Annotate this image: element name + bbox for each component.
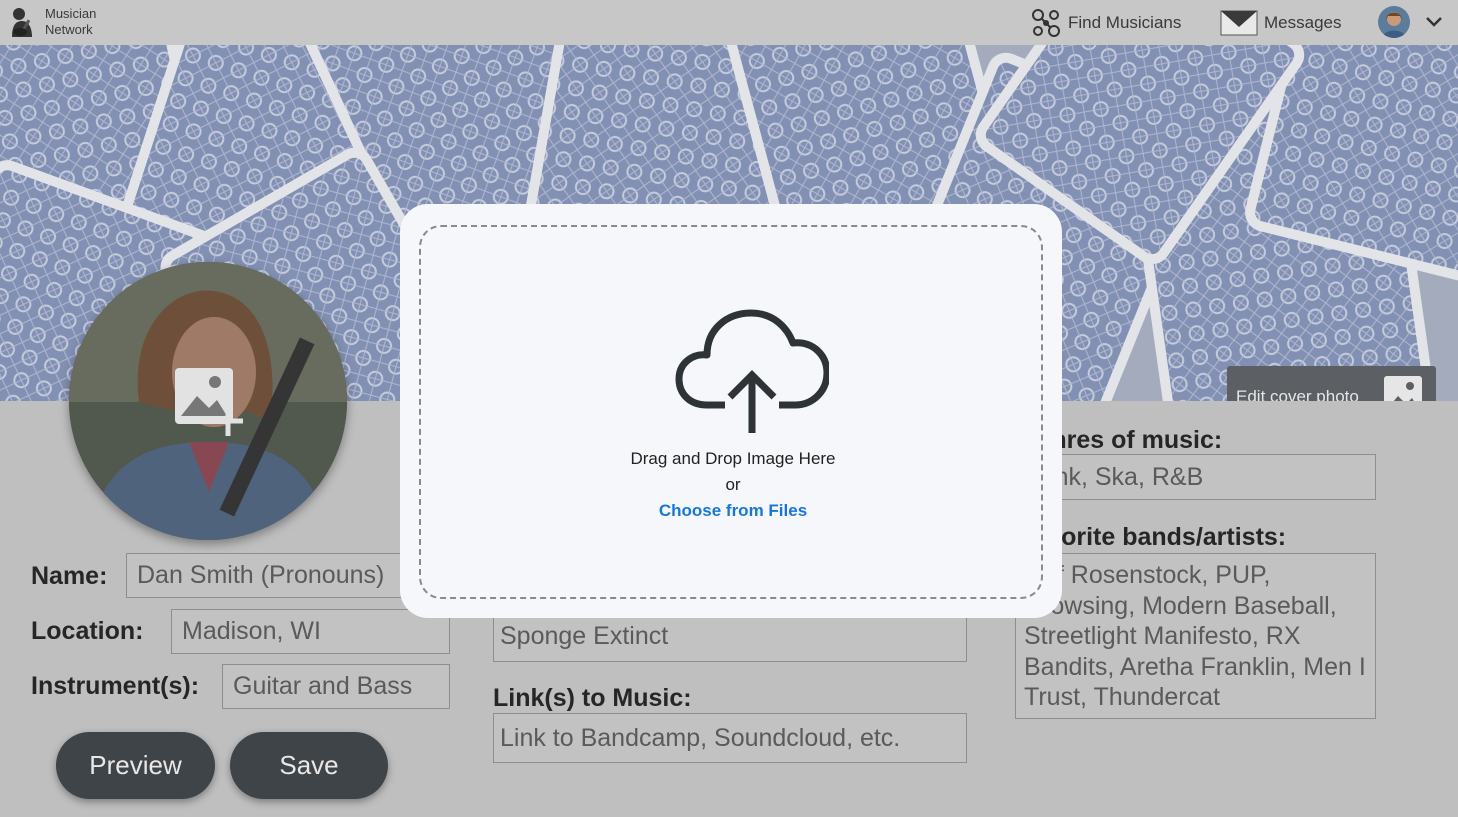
genres-field[interactable]: Punk, Ska, R&B	[1015, 454, 1376, 500]
upload-image-modal: Drag and Drop Image Here or Choose from …	[400, 204, 1062, 618]
drag-drop-text: Drag and Drop Image Here	[630, 449, 836, 468]
logo-text[interactable]: Musician Network	[45, 6, 96, 38]
or-text: or	[725, 475, 741, 494]
links-field[interactable]: Link to Bandcamp, Soundcloud, etc.	[493, 713, 967, 763]
middle-field[interactable]: Sponge Extinct	[493, 611, 967, 662]
links-label: Link(s) to Music:	[493, 684, 692, 712]
save-button[interactable]: Save	[230, 732, 388, 799]
add-image-icon	[1384, 376, 1422, 401]
chevron-down-icon[interactable]	[1424, 12, 1444, 32]
add-image-icon[interactable]	[173, 366, 243, 436]
cloud-upload-icon	[675, 309, 829, 433]
instrument-field[interactable]: Guitar and Bass	[222, 664, 450, 709]
top-nav: Musician Network Find Musicians Messages	[0, 0, 1458, 45]
edit-cover-label: Edit cover photo	[1236, 386, 1359, 402]
envelope-icon	[1220, 10, 1258, 35]
messages-label: Messages	[1264, 12, 1342, 32]
image-dropzone[interactable]: Drag and Drop Image Here or Choose from …	[419, 225, 1043, 599]
logo-line-2: Network	[45, 22, 93, 37]
messages-link[interactable]: Messages	[1220, 0, 1341, 45]
musician-logo-icon[interactable]	[6, 5, 40, 39]
preview-button[interactable]: Preview	[56, 732, 215, 799]
choose-files-link[interactable]: Choose from Files	[421, 501, 1045, 521]
profile-avatar[interactable]	[69, 262, 347, 540]
name-label: Name:	[31, 562, 108, 590]
instrument-label: Instrument(s):	[31, 672, 200, 700]
user-avatar[interactable]	[1378, 6, 1410, 38]
find-musicians-link[interactable]: Find Musicians	[1030, 0, 1181, 45]
find-musicians-label: Find Musicians	[1068, 12, 1182, 32]
location-field[interactable]: Madison, WI	[171, 609, 450, 654]
location-label: Location:	[31, 617, 144, 645]
name-field[interactable]: Dan Smith (Pronouns)	[126, 553, 416, 598]
edit-cover-photo-button[interactable]: Edit cover photo	[1227, 366, 1436, 401]
bands-field[interactable]: Jeff Rosenstock, PUP, Crowsing, Modern B…	[1015, 553, 1376, 719]
people-network-icon	[1032, 8, 1060, 37]
logo-line-1: Musician	[45, 6, 97, 21]
